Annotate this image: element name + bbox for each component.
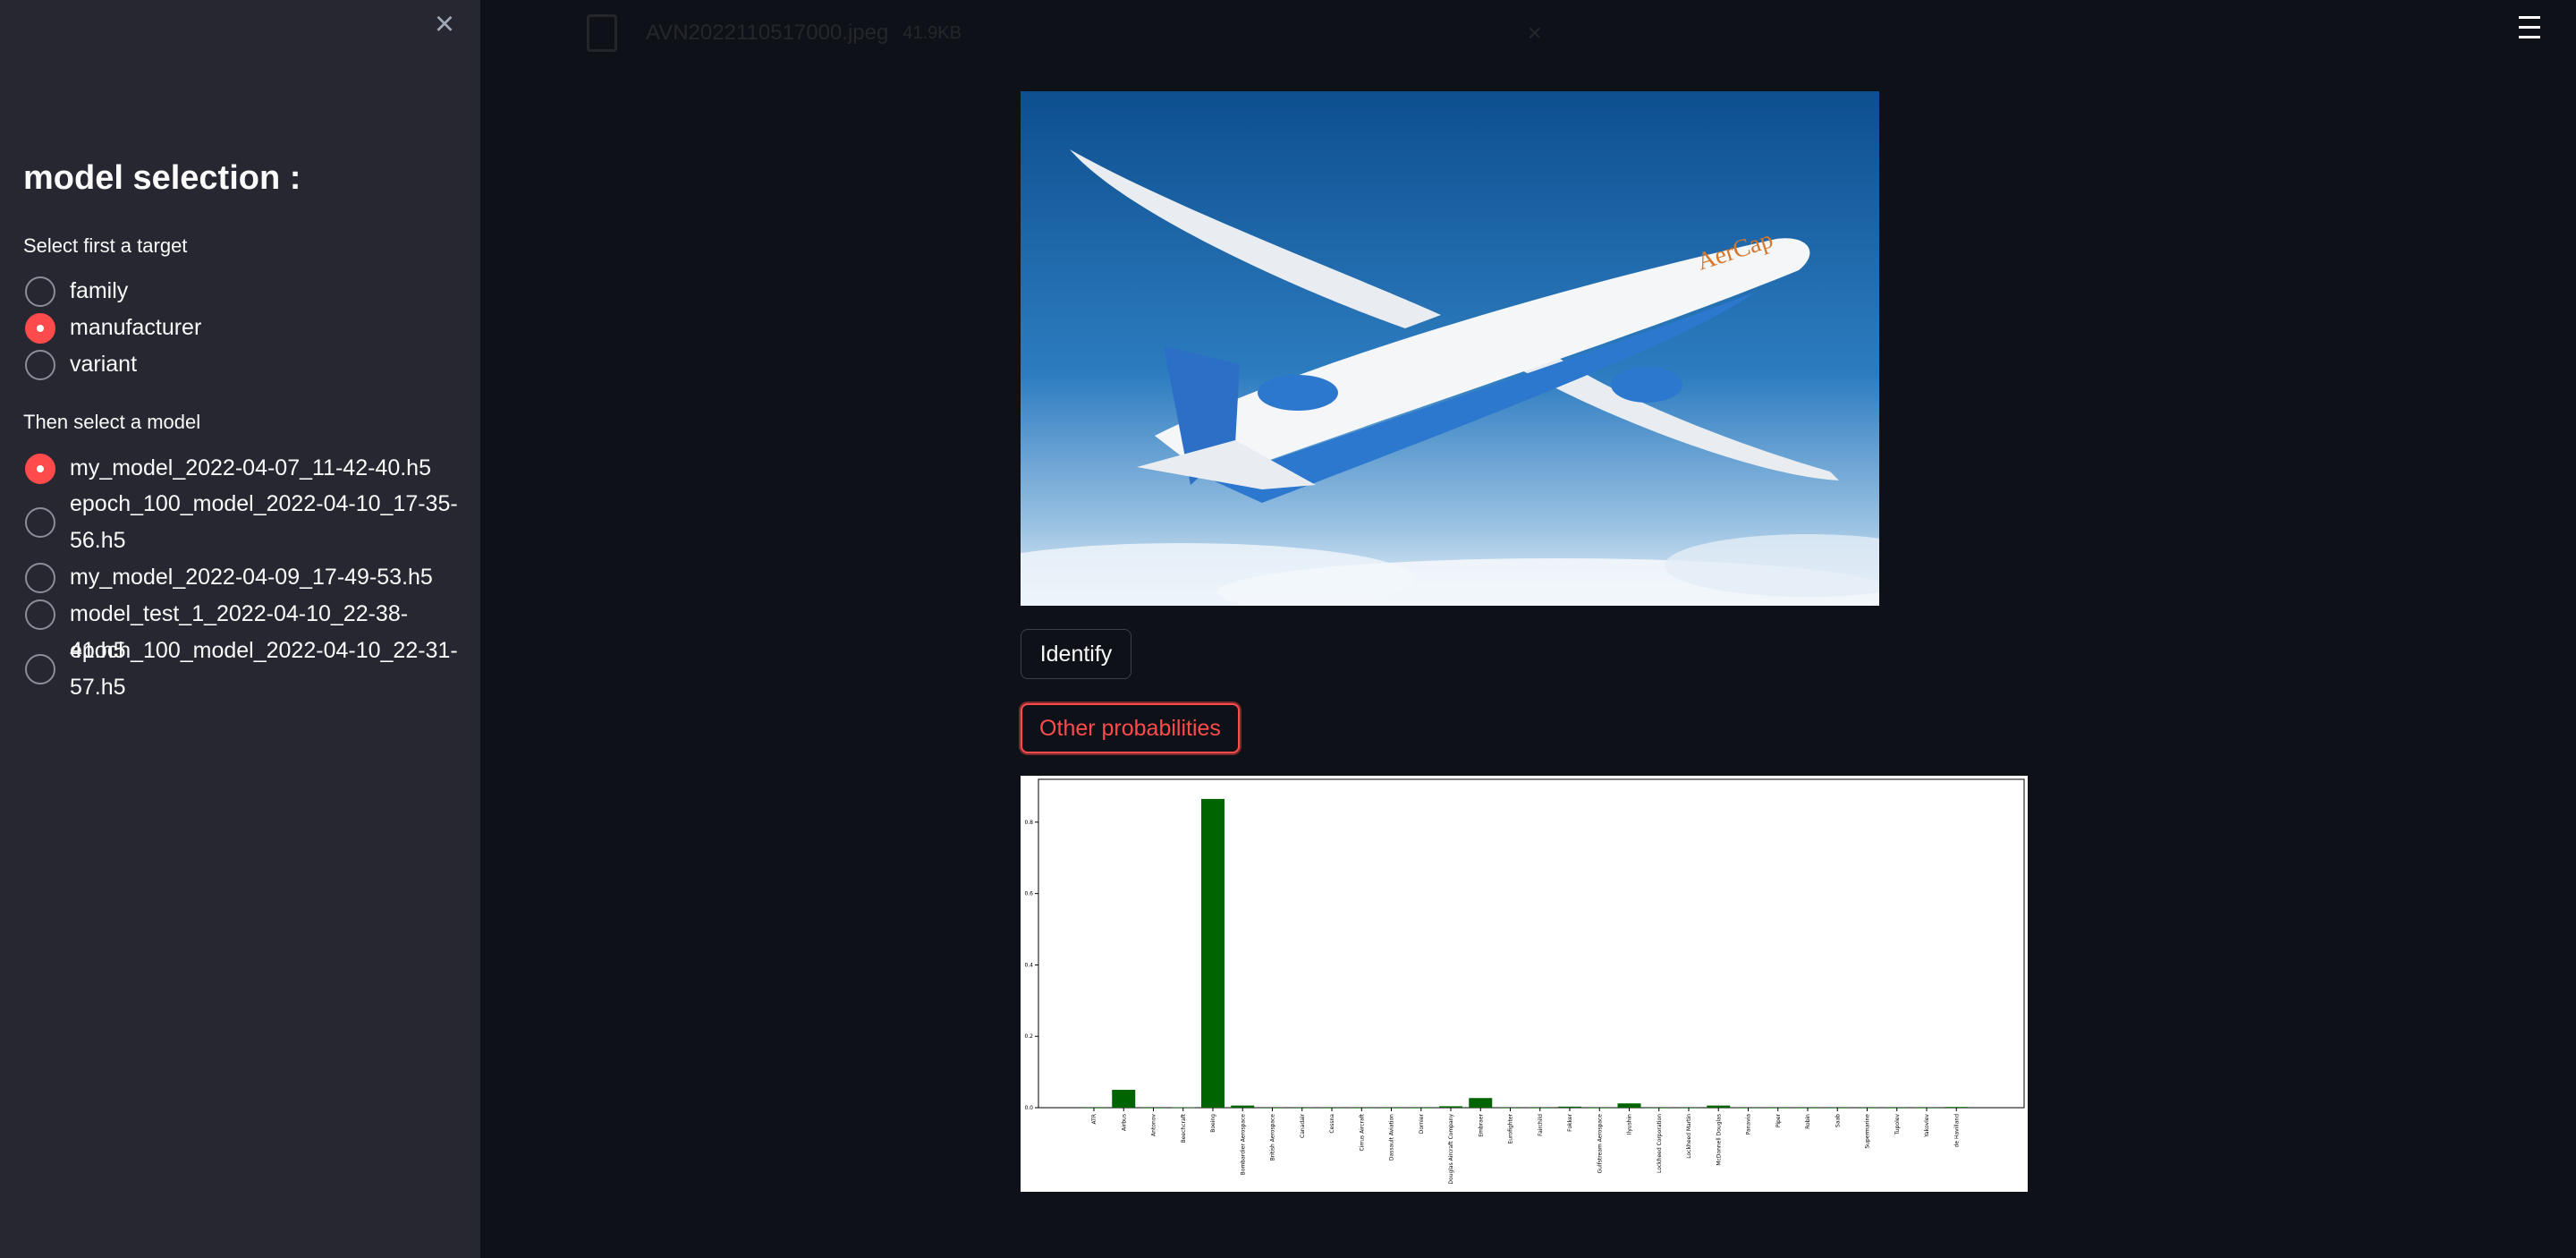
- sidebar: × model selection : Select first a targe…: [0, 0, 480, 1258]
- radio-target-family[interactable]: family: [25, 276, 463, 310]
- bar-mcdonnell-douglas: [1707, 1105, 1731, 1108]
- radio-checked-icon[interactable]: [25, 313, 55, 344]
- radio-model-5[interactable]: epoch_100_model_2022-04-10_22-31-57.h5: [25, 638, 463, 706]
- radio-model-2[interactable]: epoch_100_model_2022-04-10_17-35-56.h5: [25, 491, 463, 559]
- x-tick-label: Yakovlev: [1924, 1114, 1930, 1138]
- hamburger-menu-icon[interactable]: [2515, 16, 2544, 43]
- x-tick-label: Robin: [1805, 1114, 1811, 1129]
- radio-icon[interactable]: [25, 599, 55, 630]
- y-tick-label: 0.2: [1024, 1033, 1033, 1040]
- plot-area: [1038, 778, 2025, 1109]
- file-name: AVN2022110517000.jpeg: [646, 21, 889, 45]
- x-tick-label: Embraer: [1478, 1113, 1484, 1136]
- remove-file-icon[interactable]: ×: [1528, 19, 1542, 47]
- radio-target-variant[interactable]: variant: [25, 350, 463, 383]
- bar-de-havilland: [1945, 1107, 1969, 1108]
- target-label: Select first a target: [23, 234, 188, 257]
- radio-label: my_model_2022-04-07_11-42-40.h5: [70, 455, 431, 480]
- x-tick-label: Douglas Aircraft Company: [1448, 1114, 1454, 1185]
- radio-label: variant: [70, 352, 138, 377]
- radio-label: my_model_2022-04-09_17-49-53.h5: [70, 565, 433, 590]
- radio-label: epoch_100_model_2022-04-10_22-31-57.h5: [70, 638, 458, 700]
- radio-model-3[interactable]: my_model_2022-04-09_17-49-53.h5: [25, 563, 463, 596]
- x-tick-label: Panavia: [1746, 1114, 1752, 1135]
- radio-target-manufacturer[interactable]: manufacturer: [25, 313, 463, 346]
- x-tick-label: Cirrus Aircraft: [1359, 1113, 1365, 1151]
- x-tick-label: ATR: [1091, 1114, 1097, 1124]
- x-tick-label: McDonnell Douglas: [1716, 1114, 1722, 1166]
- bar-embraer: [1469, 1098, 1493, 1108]
- x-tick-label: Tupolev: [1894, 1114, 1901, 1135]
- radio-label: family: [70, 278, 129, 303]
- x-tick-label: Saab: [1835, 1114, 1841, 1127]
- radio-icon[interactable]: [25, 507, 55, 538]
- x-tick-label: Lockheed Martin: [1686, 1114, 1692, 1159]
- radio-icon[interactable]: [25, 276, 55, 307]
- radio-model-1[interactable]: my_model_2022-04-07_11-42-40.h5: [25, 454, 463, 487]
- radio-checked-icon[interactable]: [25, 454, 55, 484]
- x-tick-label: Piper: [1775, 1113, 1782, 1127]
- file-size: 41.9KB: [902, 22, 962, 43]
- identify-button[interactable]: Identify: [1021, 629, 1131, 679]
- x-tick-label: Bombardier Aerospace: [1240, 1114, 1246, 1176]
- model-label: Then select a model: [23, 411, 201, 433]
- y-tick-label: 0.8: [1024, 820, 1033, 826]
- x-tick-label: Dassault Aviation: [1389, 1114, 1395, 1160]
- probability-chart: 0.0 0.2 0.4 0.6 0.8 ATR Airbus Antonov Beechcraf…: [1021, 776, 2028, 1192]
- x-tick-label: de Havilland: [1953, 1114, 1960, 1148]
- radio-icon[interactable]: [25, 350, 55, 380]
- uploaded-aircraft-image: AerCap: [1021, 91, 1879, 606]
- y-tick-label: 0.6: [1024, 891, 1033, 897]
- bar-bombardier-aerospace: [1231, 1105, 1255, 1108]
- radio-icon[interactable]: [25, 654, 55, 684]
- radio-label: manufacturer: [70, 315, 202, 340]
- x-tick-label: Beechcraft: [1181, 1113, 1187, 1143]
- x-tick-label: British Aerospace: [1270, 1114, 1276, 1161]
- file-icon: [587, 14, 617, 52]
- x-tick-label: Ilyushin: [1627, 1114, 1633, 1135]
- x-tick-label: Boeing: [1210, 1114, 1216, 1133]
- x-tick-label: Dornier: [1419, 1113, 1425, 1134]
- x-tick-label: Gulfstream Aerospace: [1597, 1114, 1603, 1174]
- bar-ilyushin: [1617, 1103, 1641, 1108]
- y-tick-label: 0.4: [1024, 962, 1033, 968]
- x-tick-label: Antonov: [1151, 1114, 1157, 1136]
- x-tick-label: Eurofighter: [1508, 1113, 1514, 1143]
- x-tick-label: Fairchild: [1538, 1114, 1544, 1136]
- close-icon[interactable]: ×: [429, 7, 460, 41]
- other-probabilities-button[interactable]: Other probabilities: [1021, 703, 1240, 753]
- x-tick-label: Lockheed Corporation: [1657, 1114, 1663, 1173]
- x-tick-label: Canadair: [1300, 1113, 1306, 1137]
- x-tick-label: Airbus: [1121, 1114, 1127, 1131]
- bar-fokker: [1558, 1106, 1581, 1108]
- y-tick-label: 0.0: [1024, 1105, 1033, 1111]
- sidebar-title: model selection :: [23, 159, 301, 197]
- radio-label: epoch_100_model_2022-04-10_17-35-56.h5: [70, 491, 458, 553]
- bar-boeing: [1201, 798, 1224, 1108]
- chart-svg: 0.0 0.2 0.4 0.6 0.8 ATR Airbus Antonov Beechcraf…: [1024, 778, 2025, 1185]
- uploaded-file-row: AVN2022110517000.jpeg 41.9KB ×: [572, 13, 1556, 54]
- x-tick-label: Cessna: [1329, 1114, 1335, 1134]
- bar-douglas-aircraft-company: [1439, 1106, 1462, 1108]
- x-tick-label: Supermarine: [1865, 1114, 1871, 1149]
- bar-airbus: [1112, 1090, 1136, 1108]
- x-tick-label: Fokker: [1567, 1113, 1573, 1131]
- radio-icon[interactable]: [25, 563, 55, 593]
